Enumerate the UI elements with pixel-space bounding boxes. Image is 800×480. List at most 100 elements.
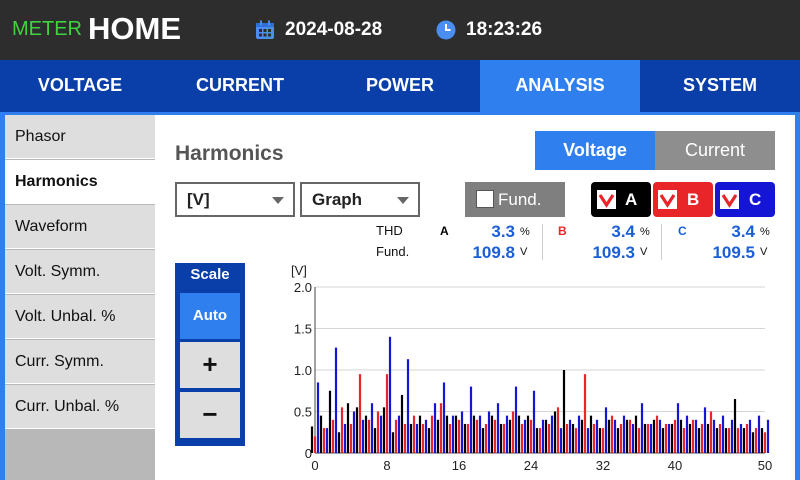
bar-c-h45 [721,415,725,453]
sidebar-item-volt-unbal[interactable]: Volt. Unbal. % [5,295,155,339]
y-tick-label: 1.0 [294,363,312,378]
bar-b-h15 [448,423,452,453]
sidebar-item-harmonics[interactable]: Harmonics [5,160,155,204]
sidebar-item-waveform[interactable]: Waveform [5,205,155,249]
check-icon [597,190,616,209]
bar-a-h3 [337,432,341,453]
phase-b-thd-unit: % [640,226,650,238]
bar-b-h21 [502,423,506,453]
bar-c-h9 [397,415,401,453]
bar-b-h17 [466,423,470,453]
bar-a-h8 [382,407,386,453]
sidebar-item-phasor[interactable]: Phasor [5,115,155,159]
view-select-value: Graph [312,190,363,209]
bar-c-h22 [514,386,518,453]
bar-a-h49 [751,432,755,453]
bar-b-h32 [601,428,605,453]
bar-c-h21 [505,415,509,453]
sidebar-item-curr-symm[interactable]: Curr. Symm. [5,340,155,384]
bar-a-h22 [508,419,512,453]
bar-b-h30 [583,374,587,453]
unit-select[interactable]: [V] [175,182,295,217]
bar-b-h36 [637,428,641,453]
scale-minus-button[interactable]: − [180,392,240,438]
bar-a-h47 [733,399,737,453]
bar-b-h44 [709,411,713,453]
phase-b-label: B [558,224,567,238]
fund-checkbox[interactable] [476,190,494,208]
bar-a-h11 [409,423,413,453]
bar-c-h47 [739,423,743,453]
bar-b-h24 [529,419,533,453]
bar-a-h10 [400,394,404,453]
bar-c-h16 [460,411,464,453]
bar-a-h39 [661,428,665,453]
bar-b-h28 [565,423,569,453]
bar-a-h21 [499,423,503,453]
phase-a-toggle-label: A [625,190,638,209]
bar-a-h38 [652,419,656,453]
bar-c-h31 [595,419,599,453]
bar-b-h22 [511,411,515,453]
bar-a-h36 [634,415,638,453]
bar-b-h46 [727,428,731,453]
bar-a-h33 [607,419,611,453]
scale-plus-button[interactable]: + [180,342,240,388]
phase-b-fund-unit: V [640,246,648,258]
bar-a-h50 [760,428,764,453]
bar-c-h7 [379,415,383,453]
bar-a-h42 [688,423,692,453]
sidebar-item-curr-unbal[interactable]: Curr. Unbal. % [5,385,155,429]
app-meter-label: METER [12,18,82,40]
bar-b-h1 [322,428,326,453]
bar-a-h17 [463,423,467,453]
tab-power[interactable]: POWER [320,60,480,112]
bar-b-h42 [691,419,695,453]
view-select[interactable]: Graph [300,182,420,217]
bar-a-h7 [373,428,377,453]
clock-icon [436,20,456,40]
bar-c-h38 [658,419,662,453]
bar-c-h13 [433,403,437,453]
fund-toggle-label: Fund. [498,190,542,209]
tab-system[interactable]: SYSTEM [640,60,800,112]
bar-a-h25 [535,428,539,453]
bar-b-h43 [700,423,704,453]
bar-a-h0 [310,426,314,453]
bar-c-h41 [685,415,689,453]
bar-c-h33 [613,419,617,453]
sidebar-item-volt-symm[interactable]: Volt. Symm. [5,250,155,294]
x-tick-label: 32 [596,458,610,473]
current-toggle-button[interactable]: Current [655,131,775,170]
y-tick-label: 1.5 [294,322,312,337]
y-tick-label: 2.0 [294,280,312,295]
time-display: 18:23:26 [466,19,543,40]
tab-current[interactable]: CURRENT [160,60,320,112]
bar-c-h46 [730,419,734,453]
tab-voltage[interactable]: VOLTAGE [0,60,160,112]
bar-a-h1 [319,415,323,453]
top-bar: METER HOME 2024-08-28 18:23:26 [0,0,800,60]
bar-c-h18 [478,415,482,453]
bar-b-h6 [367,419,371,453]
bar-c-h34 [622,415,626,453]
bar-a-h43 [697,428,701,453]
bar-b-h41 [682,428,686,453]
phase-c-thd: 3.4 [731,222,755,241]
bar-b-h26 [547,423,551,453]
bar-a-h29 [571,423,575,453]
voltage-toggle-button[interactable]: Voltage [535,131,655,170]
bar-b-h20 [493,419,497,453]
bar-c-h37 [649,423,653,453]
bar-a-h16 [454,415,458,453]
home-label[interactable]: HOME [88,11,181,47]
bar-a-h20 [490,415,494,453]
divider [661,224,662,260]
bar-c-h6 [370,403,374,453]
bar-a-h2 [328,390,332,453]
bar-a-h28 [562,370,566,453]
tab-analysis[interactable]: ANALYSIS [480,60,640,112]
scale-auto-button[interactable]: Auto [180,293,240,339]
bar-b-h13 [430,415,434,453]
bar-b-h37 [646,423,650,453]
